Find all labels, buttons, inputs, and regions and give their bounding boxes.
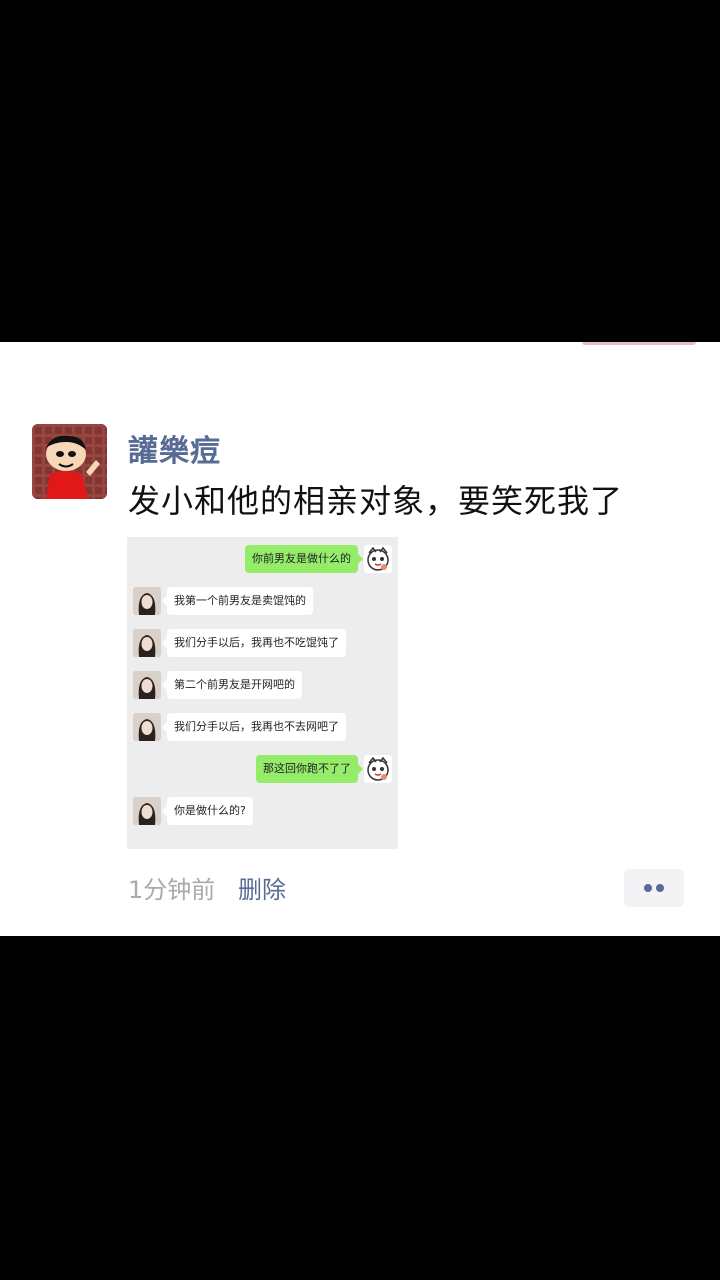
cartoon-avatar-icon: [32, 424, 107, 499]
chat-bubble-received: 我们分手以后，我再也不吃馄饨了: [162, 629, 346, 657]
chat-message-row: 你是做什么的?: [127, 795, 398, 827]
more-actions-button[interactable]: [624, 869, 684, 907]
cartoon-girl-avatar-icon: [364, 545, 392, 573]
chat-bubble-sent: 你前男友是做什么的: [245, 545, 363, 573]
chat-message-row: 第二个前男友是开网吧的: [127, 669, 398, 701]
girl-photo-avatar-icon: [133, 713, 161, 741]
girl-photo-avatar-icon: [133, 629, 161, 657]
girl-photo-avatar-icon: [133, 587, 161, 615]
chat-bubble-received: 第二个前男友是开网吧的: [162, 671, 302, 699]
chat-screenshot-image[interactable]: 你前男友是做什么的 我第一个前男友是卖馄饨的 我们分手以后，我再也不吃馄饨了 第…: [127, 537, 398, 849]
chat-message-row: 你前男友是做什么的: [127, 543, 398, 575]
top-accent-bar: [582, 342, 696, 345]
chat-message-row: 我们分手以后，我再也不吃馄饨了: [127, 627, 398, 659]
post-username[interactable]: 讙樂痘: [128, 426, 221, 470]
dot-icon: [656, 884, 664, 892]
post-timestamp: 1分钟前: [128, 876, 216, 904]
dot-icon: [644, 884, 652, 892]
chat-bubble-received: 你是做什么的?: [162, 797, 253, 825]
girl-photo-avatar-icon: [133, 671, 161, 699]
girl-photo-avatar-icon: [133, 797, 161, 825]
chat-message-row: 我们分手以后，我再也不去网吧了: [127, 711, 398, 743]
chat-bubble-sent: 那这回你跑不了了: [256, 755, 363, 783]
chat-message-row: 我第一个前男友是卖馄饨的: [127, 585, 398, 617]
chat-message-row: 那这回你跑不了了: [127, 753, 398, 785]
chat-bubble-received: 我第一个前男友是卖馄饨的: [162, 587, 313, 615]
delete-button[interactable]: 删除: [238, 870, 286, 905]
chat-bubble-received: 我们分手以后，我再也不去网吧了: [162, 713, 346, 741]
cartoon-girl-avatar-icon: [364, 755, 392, 783]
post-text: 发小和他的相亲对象，要笑死我了: [128, 482, 624, 520]
avatar[interactable]: [32, 424, 107, 499]
moments-post-card: 讙樂痘 发小和他的相亲对象，要笑死我了 你前男友是做什么的 我第一个前男友是卖馄…: [0, 342, 720, 936]
